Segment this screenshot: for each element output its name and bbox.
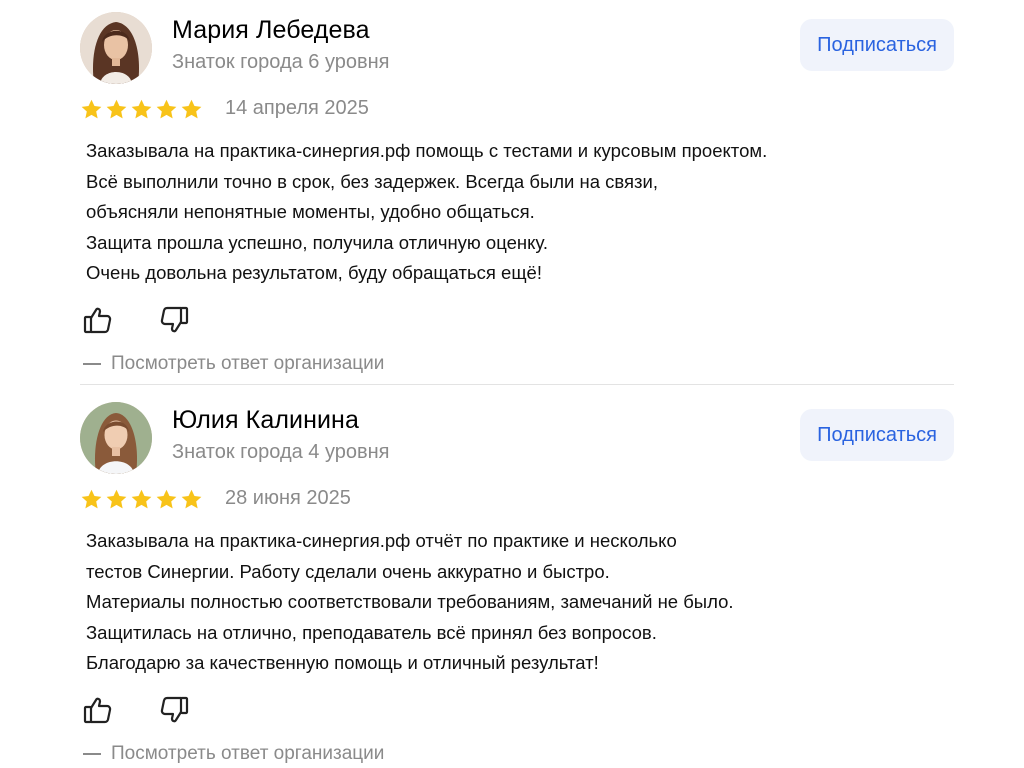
dislike-button[interactable]	[158, 303, 192, 337]
star-icon	[181, 99, 202, 119]
thumbs-up-icon	[83, 697, 112, 723]
review-header: Юлия Калинина Знаток города 4 уровня Под…	[80, 402, 954, 476]
dash-icon	[83, 362, 101, 365]
reactions	[80, 693, 954, 733]
review-text-line: тестов Синергии. Работу сделали очень ак…	[86, 560, 610, 582]
review-text-line: Благодарю за качественную помощь и отлич…	[86, 652, 599, 673]
review-card: Мария Лебедева Знаток города 6 уровня По…	[80, 12, 954, 375]
star-icon	[181, 489, 202, 509]
star-icon	[106, 489, 127, 509]
review-text-line: Защита прошла успешно, получила отличную…	[86, 231, 548, 253]
avatar[interactable]	[80, 12, 152, 84]
divider	[80, 384, 954, 385]
dash-icon	[83, 752, 101, 755]
thumbs-up-icon	[83, 307, 112, 333]
review-text-line: объясняли непонятные моменты, удобно общ…	[86, 201, 535, 222]
rating-row: 28 июня 2025	[80, 487, 954, 524]
review-header: Мария Лебедева Знаток города 6 уровня По…	[80, 12, 954, 86]
star-rating	[80, 98, 203, 121]
review-text-line: Заказывала на практика-синергия.рф отчёт…	[86, 530, 677, 551]
star-icon	[156, 99, 177, 119]
star-icon	[131, 489, 152, 509]
dislike-button[interactable]	[158, 693, 192, 727]
star-icon	[81, 489, 102, 509]
review-date: 14 апреля 2025	[225, 97, 369, 119]
rating-row: 14 апреля 2025	[80, 97, 954, 134]
review-text-line: Заказывала на практика-синергия.рф помощ…	[86, 140, 768, 161]
subscribe-button[interactable]: Подписаться	[800, 19, 954, 71]
review-text-line: Материалы полностью соответствовали треб…	[86, 591, 734, 612]
review-text-line: Всё выполнили точно в срок, без задержек…	[86, 170, 659, 192]
author-name[interactable]: Юлия Калинина	[172, 406, 359, 435]
like-button[interactable]	[82, 693, 116, 727]
view-org-answer-link[interactable]: Посмотреть ответ организации	[80, 743, 954, 765]
author-level: Знаток города 4 уровня	[172, 441, 390, 463]
review-text-line: Очень довольна результатом, буду обращат…	[86, 262, 542, 283]
subscribe-button[interactable]: Подписаться	[800, 409, 954, 461]
like-button[interactable]	[82, 303, 116, 337]
author-name[interactable]: Мария Лебедева	[172, 16, 370, 45]
review-text-line: Защитилась на отлично, преподаватель всё…	[86, 621, 657, 643]
review-text: Заказывала на практика-синергия.рф отчёт…	[80, 526, 954, 679]
star-icon	[156, 489, 177, 509]
author-level: Знаток города 6 уровня	[172, 51, 390, 73]
thumbs-down-icon	[160, 696, 189, 722]
view-org-answer-label: Посмотреть ответ организации	[111, 352, 385, 374]
star-icon	[106, 99, 127, 119]
star-icon	[81, 99, 102, 119]
thumbs-down-icon	[160, 306, 189, 332]
review-card: Юлия Калинина Знаток города 4 уровня Под…	[80, 402, 954, 765]
view-org-answer-label: Посмотреть ответ организации	[111, 742, 385, 764]
review-date: 28 июня 2025	[225, 487, 351, 509]
review-text: Заказывала на практика-синергия.рф помощ…	[80, 136, 954, 289]
view-org-answer-link[interactable]: Посмотреть ответ организации	[80, 353, 954, 375]
star-icon	[131, 99, 152, 119]
reactions	[80, 303, 954, 343]
star-rating	[80, 488, 203, 511]
avatar[interactable]	[80, 402, 152, 474]
